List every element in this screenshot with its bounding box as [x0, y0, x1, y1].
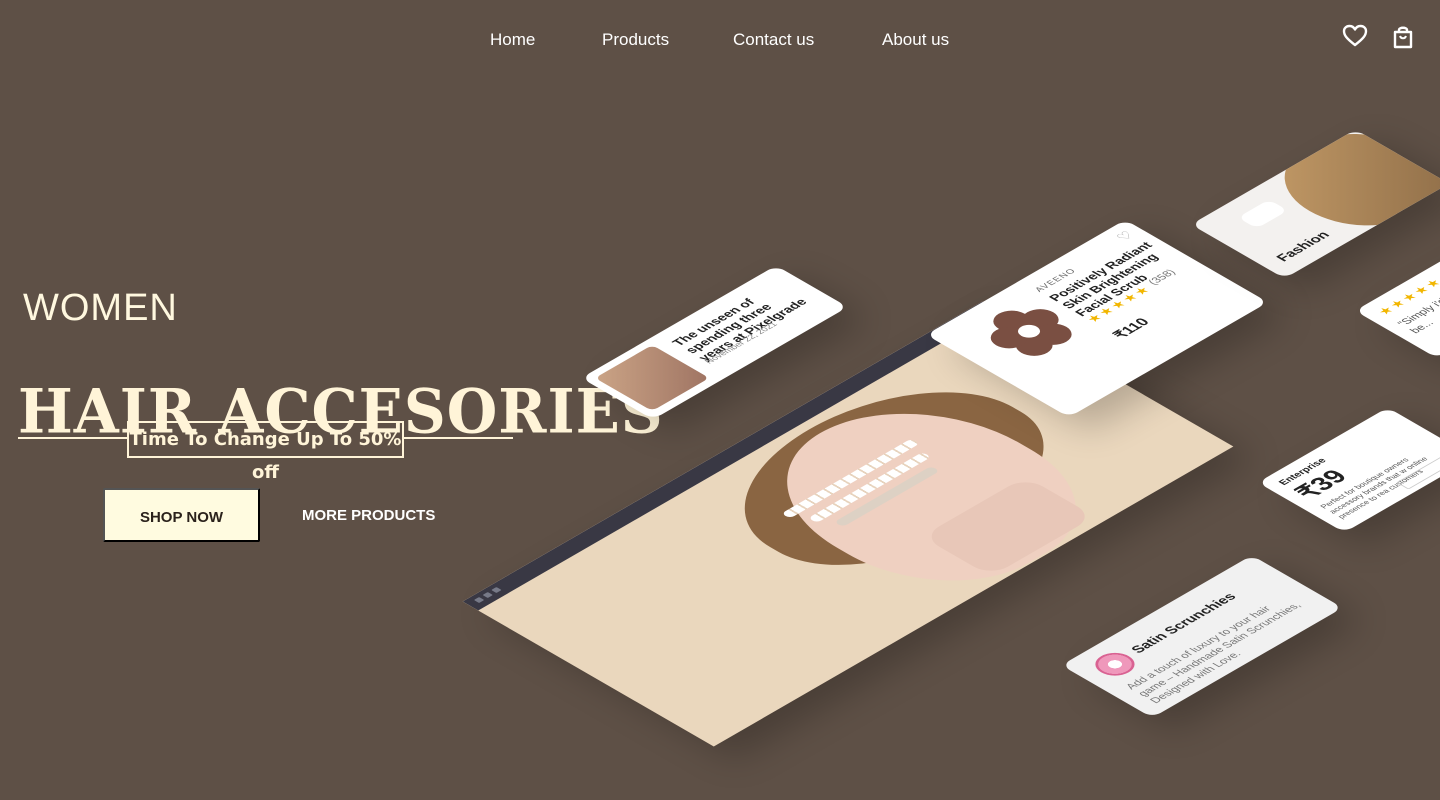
bag-icon[interactable] — [1391, 24, 1415, 50]
plan-price: ₹39 — [1288, 465, 1354, 503]
offer-badge: Time To Change Up To 50% off — [127, 421, 404, 483]
offer-divider-left — [18, 437, 128, 439]
flower-clip-image — [990, 309, 1072, 356]
main-navigation: Home Products Contact us About us — [0, 30, 1440, 54]
featured-model-panel — [462, 301, 1234, 747]
shop-now-button[interactable]: SHOP NOW — [103, 488, 260, 542]
panel-toolbar — [462, 301, 998, 611]
hero-kicker: WOMEN — [23, 287, 178, 329]
hair-bow-image — [1253, 129, 1440, 244]
wishlist-heart-icon[interactable]: ♡ — [1113, 229, 1139, 244]
scrunchies-description: Add a touch of luxury to your hair game … — [1123, 601, 1304, 706]
plan-name: Enterprise — [1276, 456, 1330, 488]
pricing-card: Enterprise ₹39 Perfect for boutique owne… — [1257, 407, 1440, 533]
model-hair — [687, 359, 1095, 595]
blog-title: The unseen of spending three years at Pi… — [668, 296, 811, 363]
product-brand: AVEENO — [1032, 266, 1079, 294]
product-rating: ★★★★★ — [1082, 283, 1155, 325]
nav-about-link[interactable]: About us — [882, 30, 949, 50]
nav-home-link[interactable]: Home — [490, 30, 535, 50]
review-count: (358) — [1145, 267, 1179, 287]
nav-contact-link[interactable]: Contact us — [733, 30, 814, 50]
pearl-hair-clip — [781, 438, 920, 519]
white-bow-image — [1237, 199, 1288, 229]
review-text: "Simply i'd reco be... — [1395, 285, 1440, 336]
pink-scrunchie-image — [1087, 648, 1143, 681]
product-price: ₹110 — [1109, 315, 1154, 342]
scrunchies-title: Satin Scrunchies — [1127, 590, 1240, 656]
model-neck — [921, 476, 1095, 577]
offer-divider-right — [403, 437, 513, 439]
pricing-button[interactable] — [1396, 456, 1440, 490]
blog-date: November 22, 2021 — [702, 320, 780, 365]
plan-description: Perfect for boutique owners accessory br… — [1318, 455, 1430, 520]
toolbar-dot — [473, 597, 485, 604]
review-card: ★★★★★ "Simply i'd reco be... — [1354, 250, 1440, 359]
model-face — [729, 380, 1128, 611]
pearl-hair-clip — [808, 452, 932, 524]
toolbar-dot — [482, 592, 493, 599]
metal-hair-clip — [834, 466, 940, 527]
toolbar-dot — [491, 587, 502, 594]
fashion-card: Fashion — [1190, 129, 1440, 279]
more-products-link[interactable]: MORE PRODUCTS — [302, 507, 435, 524]
product-name: Positively Radiant Skin Brightening Faci… — [1045, 239, 1162, 319]
fashion-label: Fashion — [1272, 228, 1333, 264]
product-card: AVEENO Positively Radiant Skin Brighteni… — [925, 219, 1269, 418]
heart-icon[interactable] — [1342, 24, 1368, 48]
review-rating: ★★★★★ — [1373, 275, 1440, 318]
scrunchies-card: Satin Scrunchies Add a touch of luxury t… — [1061, 555, 1343, 718]
nav-products-link[interactable]: Products — [602, 30, 669, 50]
